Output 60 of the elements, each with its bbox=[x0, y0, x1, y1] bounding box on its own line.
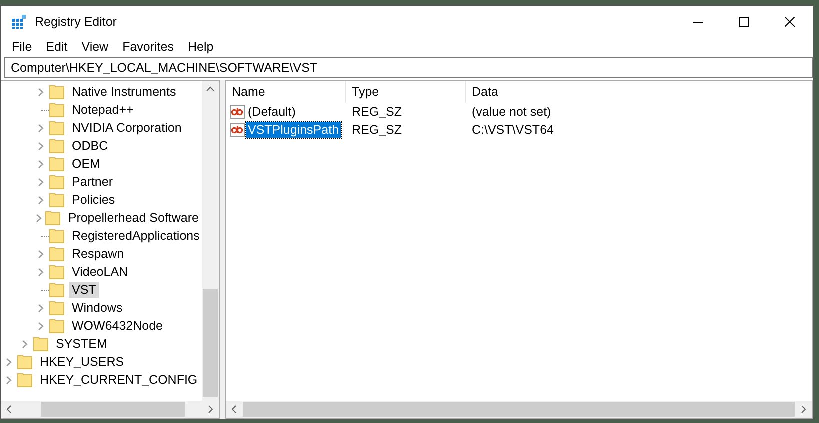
column-header[interactable]: Data bbox=[466, 81, 812, 103]
value-type: REG_SZ bbox=[351, 123, 404, 137]
folder-icon bbox=[49, 156, 65, 172]
menu-item[interactable]: Edit bbox=[39, 40, 75, 54]
tree-item[interactable]: Partner bbox=[69, 174, 116, 190]
folder-icon bbox=[49, 318, 65, 334]
value-name[interactable]: (Default) bbox=[246, 104, 298, 120]
value-data: C:\VST\VST64 bbox=[471, 123, 555, 137]
window-title: Registry Editor bbox=[35, 14, 118, 28]
menu-item[interactable]: Favorites bbox=[116, 40, 181, 54]
tree-item[interactable]: Propellerhead Software bbox=[65, 210, 202, 226]
folder-icon bbox=[49, 174, 65, 190]
folder-icon bbox=[45, 210, 62, 226]
folder-icon bbox=[17, 354, 33, 370]
folder-icon bbox=[49, 300, 65, 316]
tree-item[interactable]: NVIDIA Corporation bbox=[69, 120, 185, 136]
address-field[interactable]: Computer\HKEY_LOCAL_MACHINE\SOFTWARE\VST bbox=[4, 57, 813, 78]
folder-icon bbox=[33, 336, 49, 352]
column-header[interactable]: Name bbox=[226, 81, 346, 103]
folder-icon bbox=[49, 246, 65, 262]
value-data: (value not set) bbox=[471, 105, 552, 119]
registry-editor-icon bbox=[11, 14, 27, 30]
folder-icon bbox=[49, 282, 65, 298]
tree-item[interactable]: VST bbox=[69, 282, 100, 298]
string-value-icon bbox=[230, 104, 246, 120]
tree-item[interactable]: SYSTEM bbox=[53, 336, 110, 352]
tree-item[interactable]: OEM bbox=[69, 156, 104, 172]
tree-item[interactable]: RegisteredApplications bbox=[69, 228, 202, 244]
menu-item[interactable]: View bbox=[74, 40, 116, 54]
tree-item[interactable]: Windows bbox=[69, 300, 126, 316]
folder-icon bbox=[49, 102, 65, 118]
folder-icon bbox=[49, 192, 65, 208]
column-header[interactable]: Type bbox=[346, 81, 466, 103]
string-value-icon bbox=[230, 122, 246, 138]
tree-item[interactable]: VideoLAN bbox=[69, 264, 132, 280]
tree-item[interactable]: HKEY_CURRENT_CONFIG bbox=[37, 372, 201, 388]
tree-item[interactable]: Native Instruments bbox=[69, 84, 180, 100]
chevron-icon[interactable] bbox=[22, 340, 28, 348]
folder-icon bbox=[49, 138, 65, 154]
folder-icon bbox=[17, 372, 33, 388]
menu-item[interactable]: File bbox=[5, 40, 40, 54]
horizontal-scrollbar[interactable] bbox=[226, 401, 812, 418]
value-type: REG_SZ bbox=[351, 105, 404, 119]
folder-icon bbox=[49, 84, 65, 100]
tree-item[interactable]: Notepad++ bbox=[69, 102, 137, 118]
close-icon bbox=[785, 16, 795, 26]
horizontal-scrollbar[interactable] bbox=[1, 401, 219, 418]
chevron-icon[interactable] bbox=[38, 88, 44, 96]
tree-item[interactable]: Policies bbox=[69, 192, 118, 208]
vertical-scrollbar[interactable] bbox=[202, 81, 219, 401]
tree-item[interactable]: ODBC bbox=[69, 138, 112, 154]
maximize-icon bbox=[739, 16, 749, 26]
folder-icon bbox=[49, 120, 65, 136]
folder-icon bbox=[49, 228, 65, 244]
tree-item[interactable]: HKEY_USERS bbox=[37, 354, 128, 370]
value-name[interactable]: VSTPluginsPath bbox=[246, 122, 342, 138]
menu-item[interactable]: Help bbox=[180, 40, 221, 54]
folder-icon bbox=[49, 264, 65, 280]
tree-item[interactable]: Respawn bbox=[69, 246, 128, 262]
tree-item[interactable]: WOW6432Node bbox=[69, 318, 166, 334]
